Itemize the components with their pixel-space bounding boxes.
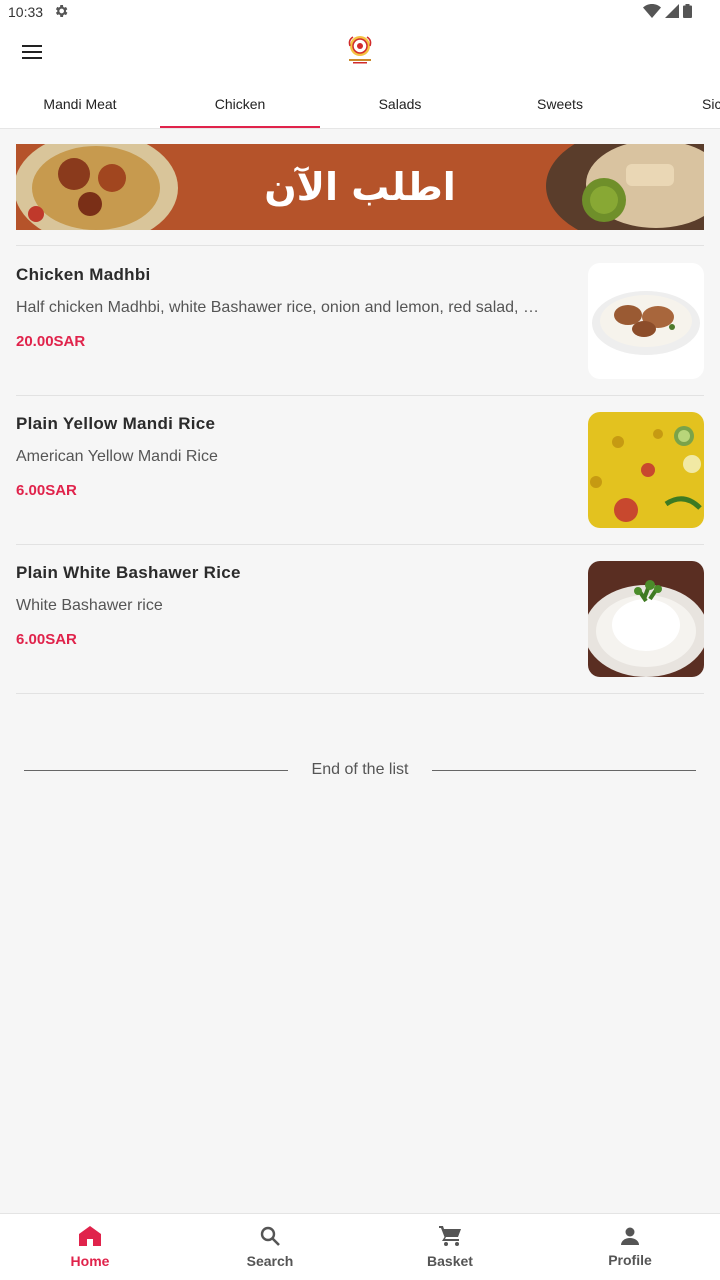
divider xyxy=(16,245,704,246)
tab-chicken[interactable]: Chicken xyxy=(160,80,320,128)
hamburger-menu-icon[interactable] xyxy=(12,32,52,72)
status-bar: 10:33 xyxy=(0,0,720,24)
tab-mandi-meat[interactable]: Mandi Meat xyxy=(0,80,160,128)
nav-search[interactable]: Search xyxy=(180,1214,360,1280)
divider xyxy=(16,693,704,694)
wifi-icon xyxy=(643,3,661,21)
bottom-navigation: Home Search Basket Profile xyxy=(0,1213,720,1280)
person-icon xyxy=(621,1227,639,1250)
cart-icon xyxy=(439,1225,461,1251)
signal-icon xyxy=(665,3,679,21)
tab-salads[interactable]: Salads xyxy=(320,80,480,128)
separator-line xyxy=(432,769,697,771)
battery-icon xyxy=(683,3,692,21)
item-price: 20.00SAR xyxy=(16,333,86,350)
menu-item-chicken-madhbi[interactable]: Chicken Madhbi Half chicken Madhbi, whit… xyxy=(16,247,704,395)
item-name: Plain Yellow Mandi Rice xyxy=(16,414,216,433)
item-image xyxy=(588,561,704,677)
item-image xyxy=(588,412,704,528)
nav-label: Basket xyxy=(427,1252,473,1269)
separator-line xyxy=(24,769,288,771)
category-tabs: Mandi Meat Chicken Salads Sweets Sic xyxy=(0,80,720,128)
item-price: 6.00SAR xyxy=(16,482,77,499)
nav-label: Home xyxy=(70,1252,110,1269)
end-of-list-label: End of the list xyxy=(311,761,409,778)
item-description: American Yellow Mandi Rice xyxy=(16,448,218,465)
app-bar xyxy=(0,24,720,80)
nav-label: Profile xyxy=(608,1251,652,1268)
restaurant-logo xyxy=(344,34,376,66)
end-of-list: End of the list xyxy=(24,755,697,785)
nav-basket[interactable]: Basket xyxy=(360,1214,540,1280)
nav-profile[interactable]: Profile xyxy=(540,1214,720,1280)
search-icon xyxy=(260,1226,280,1251)
item-description: Half chicken Madhbi, white Bashawer rice… xyxy=(16,299,539,316)
status-time: 10:33 xyxy=(8,4,44,20)
home-icon xyxy=(79,1225,101,1251)
banner-text: اطلب الآن xyxy=(264,165,456,209)
item-price: 6.00SAR xyxy=(16,631,77,648)
item-name: Plain White Bashawer Rice xyxy=(16,563,241,582)
item-name: Chicken Madhbi xyxy=(16,265,151,284)
nav-label: Search xyxy=(246,1252,294,1269)
tab-sweets[interactable]: Sweets xyxy=(480,80,640,128)
nav-home[interactable]: Home xyxy=(0,1214,180,1280)
tab-sides[interactable]: Sic xyxy=(640,80,720,128)
item-image xyxy=(588,263,704,379)
item-description: White Bashawer rice xyxy=(16,597,163,614)
promo-banner[interactable]: اطلب الآن xyxy=(16,144,704,230)
menu-item-yellow-mandi-rice[interactable]: Plain Yellow Mandi Rice American Yellow … xyxy=(16,396,704,544)
menu-item-white-bashawer-rice[interactable]: Plain White Bashawer Rice White Bashawer… xyxy=(16,545,704,693)
gear-icon xyxy=(53,3,69,22)
